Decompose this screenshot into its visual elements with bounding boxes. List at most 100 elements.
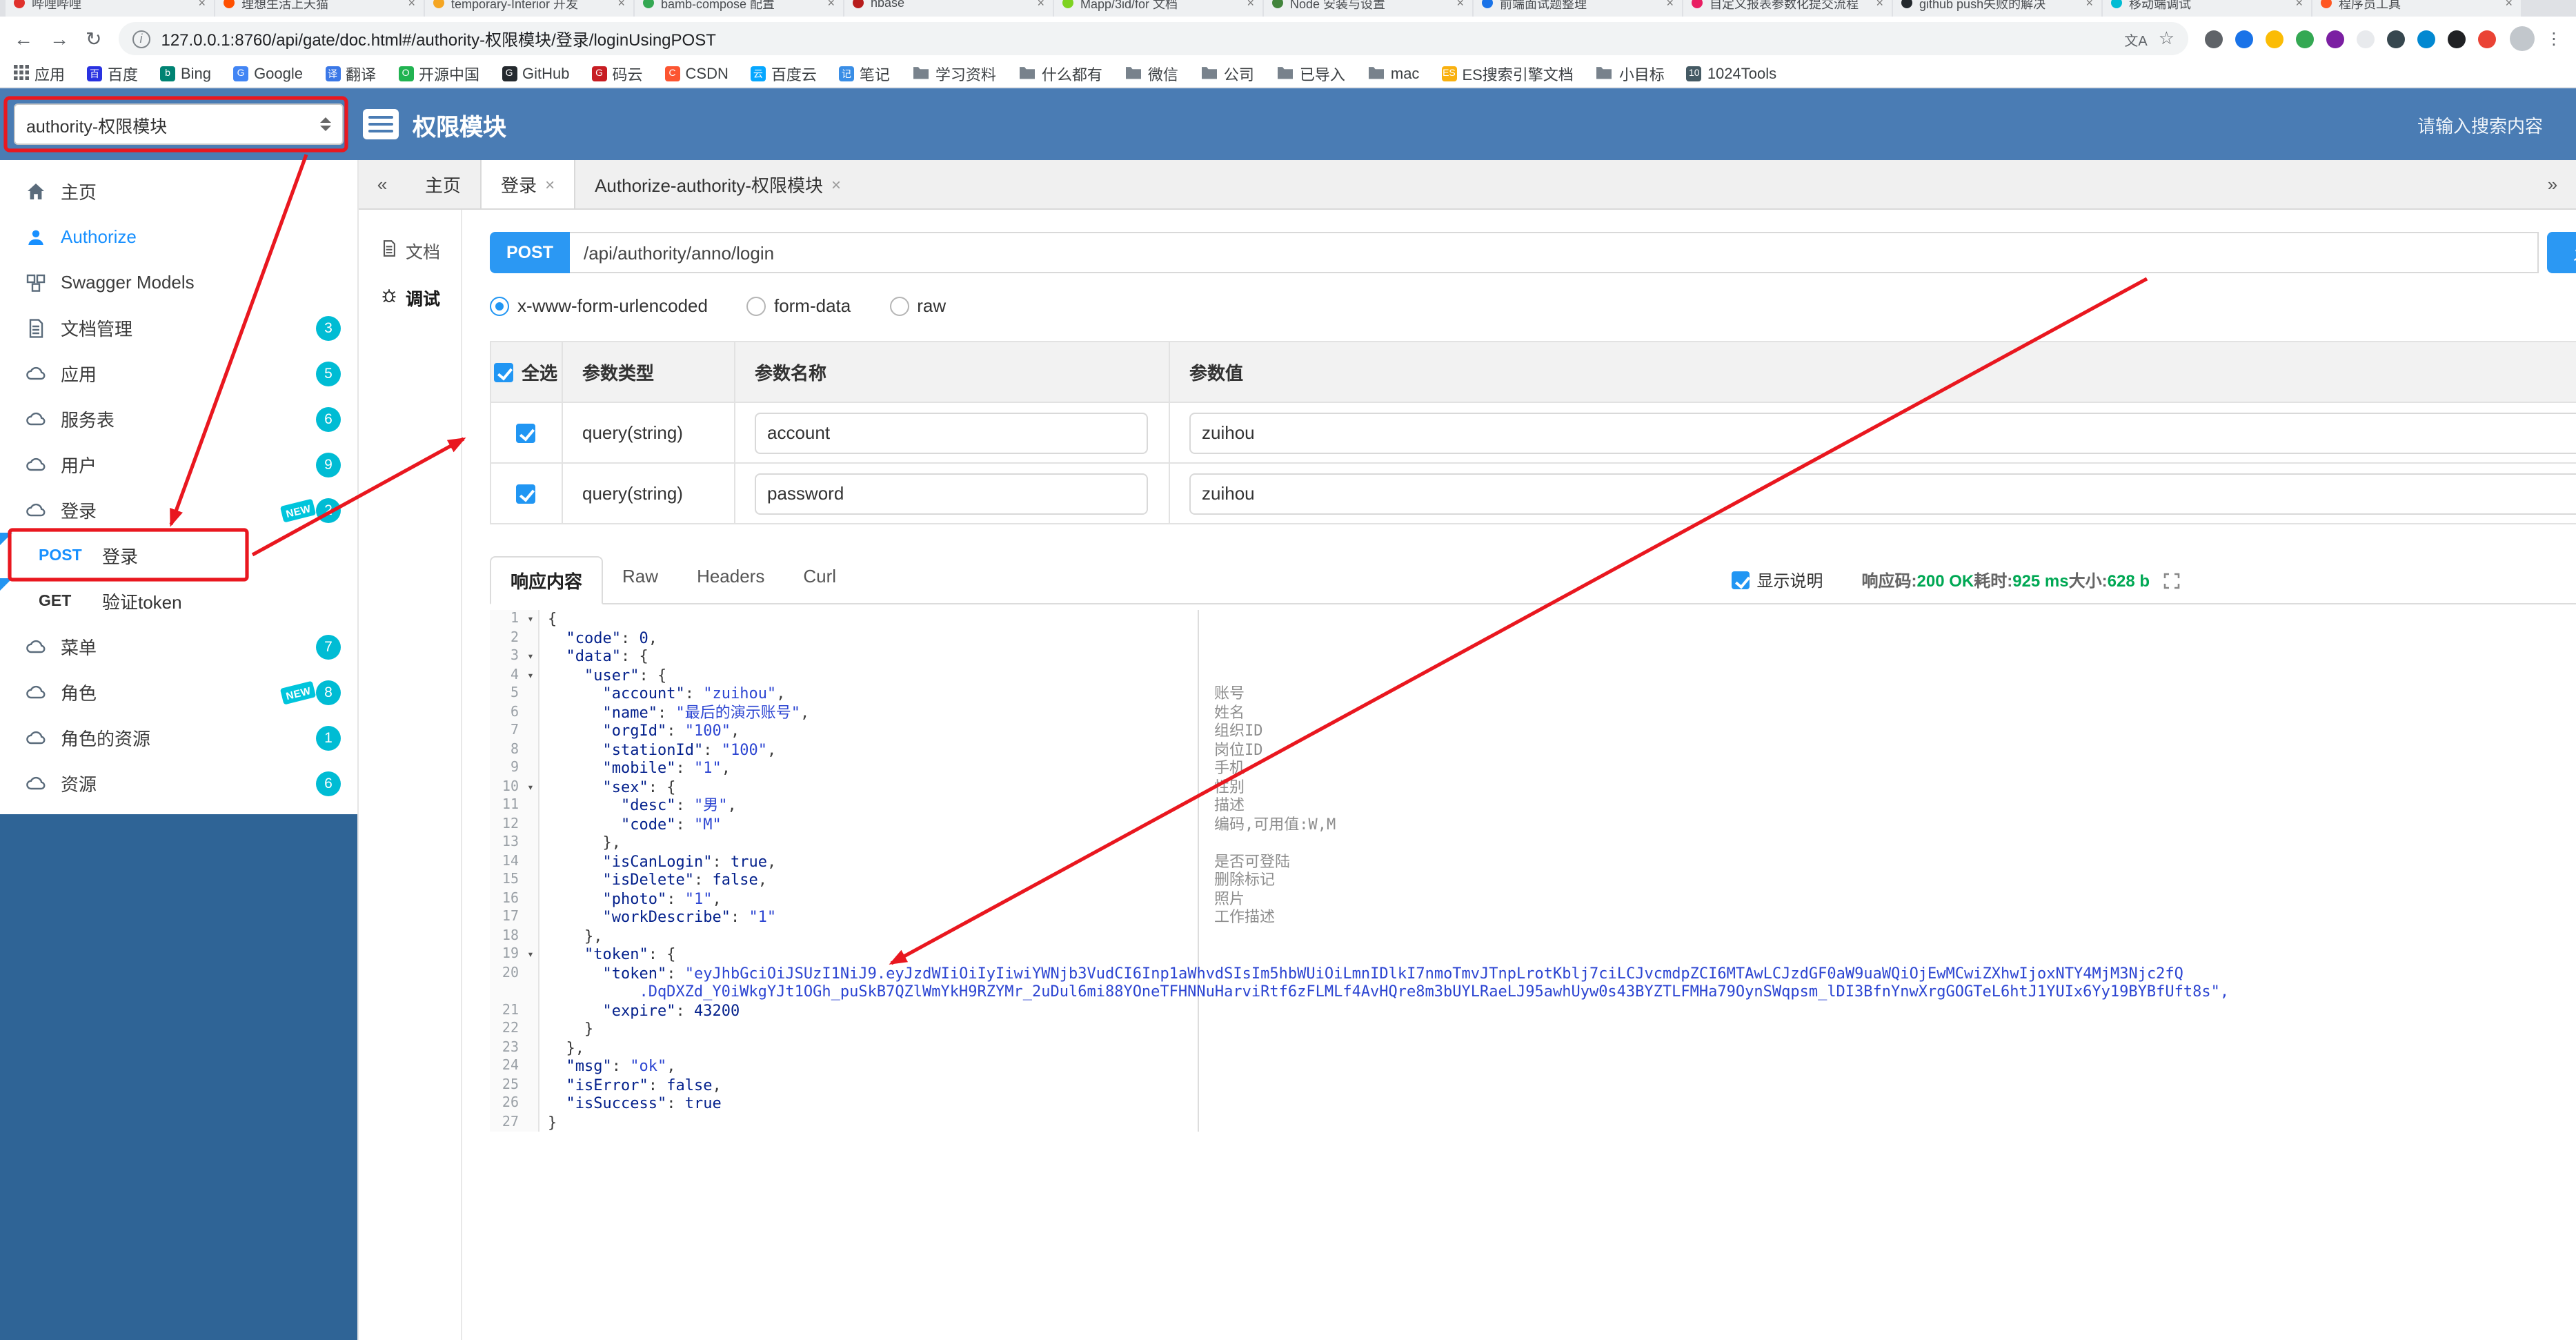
content-type-radio[interactable]: form-data xyxy=(746,295,851,316)
sidebar-api-item-验证token[interactable]: GET 验证token xyxy=(0,578,357,624)
extension-icon[interactable] xyxy=(2448,30,2466,48)
extension-icon[interactable] xyxy=(2478,30,2496,48)
bookmark-item[interactable]: G GitHub xyxy=(502,66,570,82)
address-bar[interactable]: i 127.0.0.1:8760/api/gate/doc.html#/auth… xyxy=(118,22,2188,55)
param-value-input[interactable] xyxy=(1189,412,2576,453)
browser-tab[interactable]: 理想生活上天猫 × xyxy=(215,0,424,17)
row-checkbox[interactable] xyxy=(516,424,535,444)
doc-tab-主页[interactable]: 主页 xyxy=(406,160,480,208)
tab-close-icon[interactable]: × xyxy=(545,175,555,194)
sidebar-item-应用[interactable]: 应用 5 xyxy=(0,351,357,396)
sidebar-api-item-登录[interactable]: POST 登录 xyxy=(0,533,357,578)
row-checkbox[interactable] xyxy=(516,484,535,504)
extension-icon[interactable] xyxy=(2387,30,2405,48)
page-info-icon[interactable]: i xyxy=(132,30,150,48)
fullscreen-icon[interactable] xyxy=(2163,572,2180,589)
sidebar-item-Swagger Models[interactable]: Swagger Models xyxy=(0,259,357,305)
extension-icon[interactable] xyxy=(2357,30,2375,48)
mini-tab-调试[interactable]: 调试 xyxy=(359,273,461,320)
tab-close-icon[interactable]: × xyxy=(1666,0,1674,10)
browser-tab[interactable]: 程序员工具 × xyxy=(2312,0,2521,17)
sidebar-item-Authorize[interactable]: Authorize xyxy=(0,214,357,259)
tab-close-icon[interactable]: × xyxy=(1247,0,1254,10)
translate-icon[interactable]: 文A xyxy=(2124,28,2147,49)
collapse-tabs-icon[interactable]: « xyxy=(359,160,406,208)
bookmark-item[interactable]: 云百度云 xyxy=(750,63,817,85)
sidebar-item-角色的资源[interactable]: 角色的资源 1 xyxy=(0,715,357,760)
browser-tab[interactable]: Node 安装与设置 × xyxy=(1264,0,1472,17)
bookmark-item[interactable]: 译翻译 xyxy=(325,63,376,85)
bookmark-item[interactable]: 微信 xyxy=(1124,63,1178,85)
param-name-input[interactable] xyxy=(755,473,1148,514)
tab-close-icon[interactable]: × xyxy=(831,175,841,194)
show-desc-checkbox[interactable] xyxy=(1732,571,1750,589)
tab-close-icon[interactable]: × xyxy=(1037,0,1044,10)
sidebar-toggle-icon[interactable] xyxy=(363,109,399,139)
sidebar-item-服务表[interactable]: 服务表 6 xyxy=(0,396,357,442)
back-button[interactable]: ← xyxy=(14,28,33,50)
forward-button[interactable]: → xyxy=(50,28,69,50)
extension-icon[interactable] xyxy=(2235,30,2253,48)
tab-close-icon[interactable]: × xyxy=(617,0,625,10)
bookmark-item[interactable]: ES ES搜索引擎文档 xyxy=(1441,63,1574,85)
browser-tab[interactable]: Mapp/3id/for 文档 × xyxy=(1054,0,1262,17)
param-name-input[interactable] xyxy=(755,412,1148,453)
param-value-input[interactable] xyxy=(1189,473,2576,514)
fold-marker-icon[interactable]: ▾ xyxy=(523,778,539,796)
browser-tab[interactable]: github push失败的解决 × xyxy=(1893,0,2101,17)
send-button[interactable]: 发送 xyxy=(2547,232,2576,273)
fold-marker-icon[interactable]: ▾ xyxy=(523,945,539,964)
content-type-radio[interactable]: x-www-form-urlencoded xyxy=(490,295,708,316)
mini-tab-文档[interactable]: 文档 xyxy=(359,226,461,273)
tab-close-icon[interactable]: × xyxy=(2085,0,2093,10)
browser-tab[interactable]: 哔哩哔哩 × xyxy=(6,0,214,17)
bookmark-item[interactable]: 10 1024Tools xyxy=(1686,66,1776,82)
fold-marker-icon[interactable]: ▾ xyxy=(523,610,539,629)
sidebar-item-文档管理[interactable]: 文档管理 3 xyxy=(0,305,357,351)
bookmark-star-icon[interactable]: ☆ xyxy=(2159,28,2174,50)
bookmark-item[interactable]: 小目标 xyxy=(1596,63,1665,85)
sidebar-item-菜单[interactable]: 菜单 7 xyxy=(0,624,357,669)
bookmark-item[interactable]: O 开源中国 xyxy=(398,63,479,85)
browser-tab[interactable]: 自定义报表参数化提交流程 × xyxy=(1683,0,1892,17)
response-tab-Curl[interactable]: Curl xyxy=(784,556,855,604)
tab-close-icon[interactable]: × xyxy=(1456,0,1464,10)
bookmark-item[interactable]: 百百度 xyxy=(87,63,138,85)
tab-close-icon[interactable]: × xyxy=(408,0,415,10)
tab-close-icon[interactable]: × xyxy=(1876,0,1883,10)
extension-icon[interactable] xyxy=(2205,30,2223,48)
response-json-editor[interactable]: 1 ▾{2 "code": 0, 3 ▾ "data": {4 ▾ "user": {5… xyxy=(490,610,2576,1132)
browser-tab[interactable]: 前端面试题整理 × xyxy=(1474,0,1682,17)
header-search-input[interactable]: 请输入搜索内容 xyxy=(2417,111,2543,137)
sidebar-item-资源[interactable]: 资源 6 xyxy=(0,760,357,806)
request-url-input[interactable]: /api/authority/anno/login xyxy=(570,232,2539,273)
extension-icon[interactable] xyxy=(2266,30,2283,48)
sidebar-item-用户[interactable]: 用户 9 xyxy=(0,442,357,487)
bookmark-item[interactable]: 已导入 xyxy=(1276,63,1345,85)
sidebar-item-主页[interactable]: 主页 xyxy=(0,168,357,214)
bookmark-item[interactable]: 记笔记 xyxy=(838,63,890,85)
bookmark-item[interactable]: mac xyxy=(1367,64,1419,83)
content-type-radio[interactable]: raw xyxy=(889,295,946,316)
extension-icon[interactable] xyxy=(2296,30,2314,48)
bookmark-item[interactable]: 应用 xyxy=(14,63,65,85)
sidebar-item-登录[interactable]: 登录 NEW 2 xyxy=(0,487,357,533)
bookmark-item[interactable]: C CSDN xyxy=(664,66,729,82)
browser-tab[interactable]: bamb-compose 配置 × xyxy=(635,0,843,17)
doc-tab-登录[interactable]: 登录 × xyxy=(480,160,576,208)
bookmark-item[interactable]: 什么都有 xyxy=(1018,63,1102,85)
browser-tab[interactable]: hbase × xyxy=(844,0,1053,17)
browser-tab[interactable]: 移动端调试 × xyxy=(2103,0,2311,17)
bookmark-item[interactable]: G 码云 xyxy=(591,63,643,85)
fold-marker-icon[interactable]: ▾ xyxy=(523,666,539,684)
radio-icon[interactable] xyxy=(889,296,909,315)
tab-close-icon[interactable]: × xyxy=(2505,0,2513,10)
radio-icon[interactable] xyxy=(746,296,766,315)
select-all-checkbox[interactable] xyxy=(493,362,513,382)
extension-icon[interactable] xyxy=(2326,30,2344,48)
expand-tabs-icon[interactable]: » xyxy=(2529,160,2576,208)
extension-icon[interactable] xyxy=(2417,30,2435,48)
response-tab-Headers[interactable]: Headers xyxy=(677,556,784,604)
fold-marker-icon[interactable]: ▾ xyxy=(523,647,539,666)
module-select[interactable]: authority-权限模块 xyxy=(14,104,344,145)
